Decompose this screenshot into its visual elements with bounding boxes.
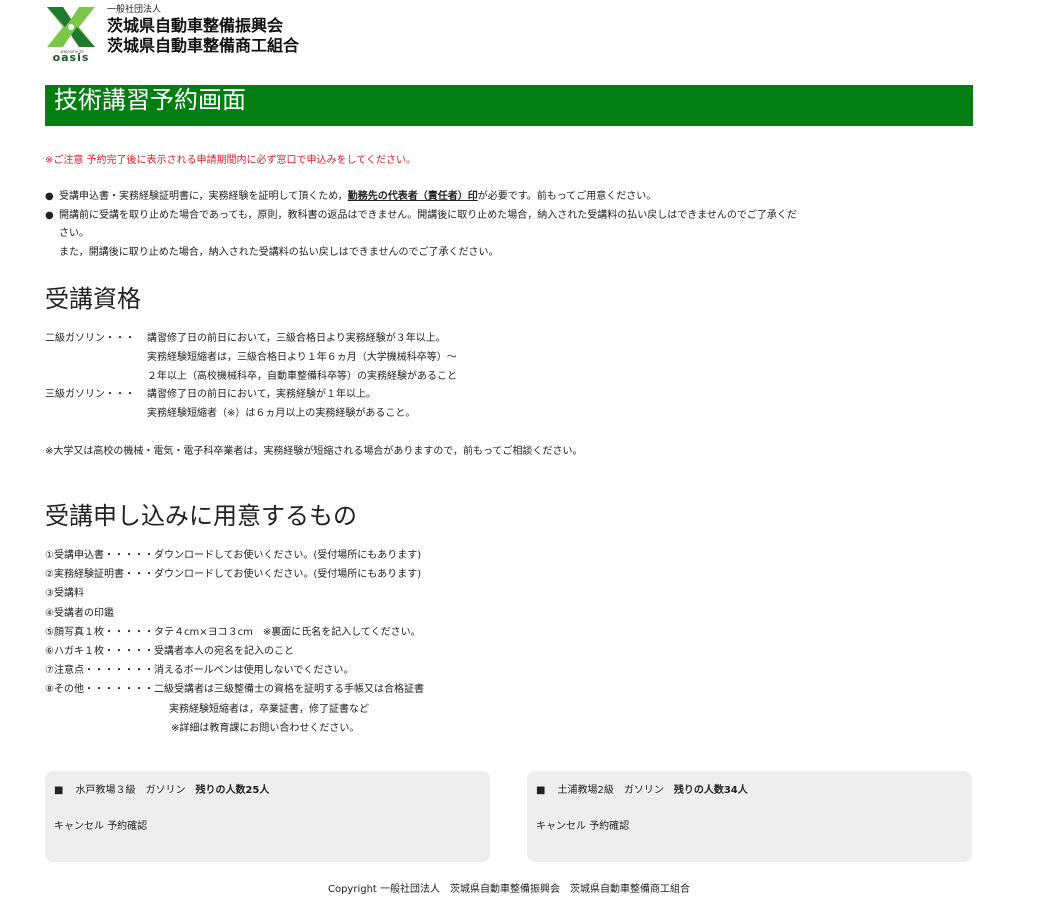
list-item-continuation: 実務経験短縮者は，卒業証書，修了証書など <box>169 703 369 715</box>
remaining-seats: 残りの人数25人 <box>195 785 270 796</box>
cancel-link[interactable]: キャンセル <box>536 821 586 832</box>
list-item: ③受講料 <box>45 588 84 600</box>
site-header: welcome to oasis 一般社団法人 茨城県自動車整備振興会 茨城県自… <box>45 5 445 63</box>
course-title: 水戸教場３級 ガソリン <box>75 785 186 796</box>
note-item: ● 受講申込書・実務経験証明書に，実務経験を証明して頂くため，勤務先の代表者（責… <box>45 188 905 207</box>
confirm-reservation-link[interactable]: 予約確認 <box>107 821 147 832</box>
note-item: ● 開講前に受講を取り止めた場合であっても，原則，教科書の返品はできません。開講… <box>45 207 905 226</box>
list-item: ②実務経験証明書・・・ダウンロードしてお使いください。(受付場所にもあります) <box>45 569 422 581</box>
list-item: ⑧その他・・・・・・・二級受講者は三級整備士の資格を証明する手帳又は合格証書 <box>45 684 424 696</box>
note-text: 受講申込書・実務経験証明書に，実務経験を証明して頂くため， <box>59 191 348 202</box>
confirm-reservation-link[interactable]: 予約確認 <box>589 821 629 832</box>
qualification-row: 二級ガソリン・・・ 講習修了日の前日において，三級合格日より実務経験が３年以上。 <box>45 330 457 349</box>
cancel-link[interactable]: キャンセル <box>54 821 104 832</box>
qualification-row: 実務経験短縮者（※）は６ヵ月以上の実務経験があること。 <box>45 405 457 424</box>
copyright-footer: Copyright 一般社団法人 茨城県自動車整備振興会 茨城県自動車整備商工組… <box>327 884 691 895</box>
qualification-row: 三級ガソリン・・・ 講習修了日の前日において，実務経験が１年以上。 <box>45 386 457 405</box>
logo-wordmark: oasis <box>52 51 90 64</box>
qualification-heading: 受講資格 <box>45 285 141 313</box>
list-item: ⑥ハガキ１枚・・・・・受講者本人の宛名を記入のこと <box>45 646 294 658</box>
qualification-row: ２年以上（高校機械科卒，自動車整備科卒等）の実務経験があること <box>45 368 457 387</box>
oasis-logo[interactable]: welcome to oasis <box>45 5 97 64</box>
qualification-footnote: ※大学又は高校の機械・電気・電子科卒業者は，実務経験が短縮される場合がありますの… <box>45 446 583 457</box>
note-text: が必要です。前もってご用意ください。 <box>477 191 657 202</box>
org-name-2: 茨城県自動車整備商工組合 <box>107 36 300 55</box>
list-item: ①受講申込書・・・・・ダウンロードしてお使いください。(受付場所にもあります) <box>45 550 422 561</box>
important-notes: ● 受講申込書・実務経験証明書に，実務経験を証明して頂くため，勤務先の代表者（責… <box>45 188 905 262</box>
prepare-list: ①受講申込書・・・・・ダウンロードしてお使いください。(受付場所にもあります) … <box>45 546 424 738</box>
caution-notice: ※ご注意 予約完了後に表示される申請期間内に必ず窓口で申込みをしてください。 <box>45 155 416 166</box>
org-type-label: 一般社団法人 <box>107 5 162 15</box>
list-item-continuation: ※詳細は教育課にお問い合わせください。 <box>171 722 360 734</box>
remaining-seats: 残りの人数34人 <box>673 785 748 796</box>
qualification-key: 三級ガソリン・・・ <box>45 389 135 401</box>
course-card: ■ 水戸教場３級 ガソリン 残りの人数25人 キャンセル 予約確認 <box>45 771 490 862</box>
qualification-list: 二級ガソリン・・・ 講習修了日の前日において，三級合格日より実務経験が３年以上。… <box>45 330 457 424</box>
square-icon: ■ <box>54 785 64 796</box>
course-title: 土浦教場2級 ガソリン <box>557 785 664 796</box>
org-name-1: 茨城県自動車整備振興会 <box>107 16 284 35</box>
course-card: ■ 土浦教場2級 ガソリン 残りの人数34人 キャンセル 予約確認 <box>527 771 972 862</box>
bullet-icon: ● <box>45 191 54 202</box>
list-item: ⑤顔写真１枚・・・・・タテ４cm×ヨコ３cm ※裏面に氏名を記入してください。 <box>45 626 421 638</box>
note-emphasis: 勤務先の代表者（責任者）印 <box>347 191 478 202</box>
note-text: また，開講後に取り止めた場合，納入された受講料の払い戻しはできませんのでご了承く… <box>59 246 499 258</box>
note-text: さい。 <box>59 228 89 240</box>
course-title-row: ■ 水戸教場３級 ガソリン 残りの人数25人 <box>54 781 269 796</box>
qualification-key: 二級ガソリン・・・ <box>45 333 135 344</box>
qualification-value: 実務経験短縮者は，三級合格日より１年６ヵ月（大学機械科卒等）～ <box>147 351 457 363</box>
prepare-heading: 受講申し込みに用意するもの <box>45 502 357 530</box>
qualification-value: 講習修了日の前日において，実務経験が１年以上。 <box>147 389 376 401</box>
course-title-row: ■ 土浦教場2級 ガソリン 残りの人数34人 <box>536 781 748 796</box>
bullet-icon: ● <box>45 209 54 221</box>
course-actions: キャンセル 予約確認 <box>536 817 629 832</box>
page-title: 技術講習予約画面 <box>45 85 973 126</box>
qualification-value: 実務経験短縮者（※）は６ヵ月以上の実務経験があること。 <box>147 408 416 420</box>
list-item: ⑦注意点・・・・・・・消えるボールペンは使用しないでください。 <box>45 665 354 677</box>
qualification-row: 実務経験短縮者は，三級合格日より１年６ヵ月（大学機械科卒等）～ <box>45 349 457 368</box>
list-item: ④受講者の印鑑 <box>45 607 114 619</box>
square-icon: ■ <box>536 785 546 796</box>
qualification-value: 講習修了日の前日において，三級合格日より実務経験が３年以上。 <box>147 333 446 344</box>
course-actions: キャンセル 予約確認 <box>54 817 147 832</box>
note-text: 開講前に受講を取り止めた場合であっても，原則，教科書の返品はできません。開講後に… <box>59 209 797 221</box>
logo-x-icon <box>47 7 95 47</box>
qualification-value: ２年以上（高校機械科卒，自動車整備科卒等）の実務経験があること <box>147 370 457 382</box>
